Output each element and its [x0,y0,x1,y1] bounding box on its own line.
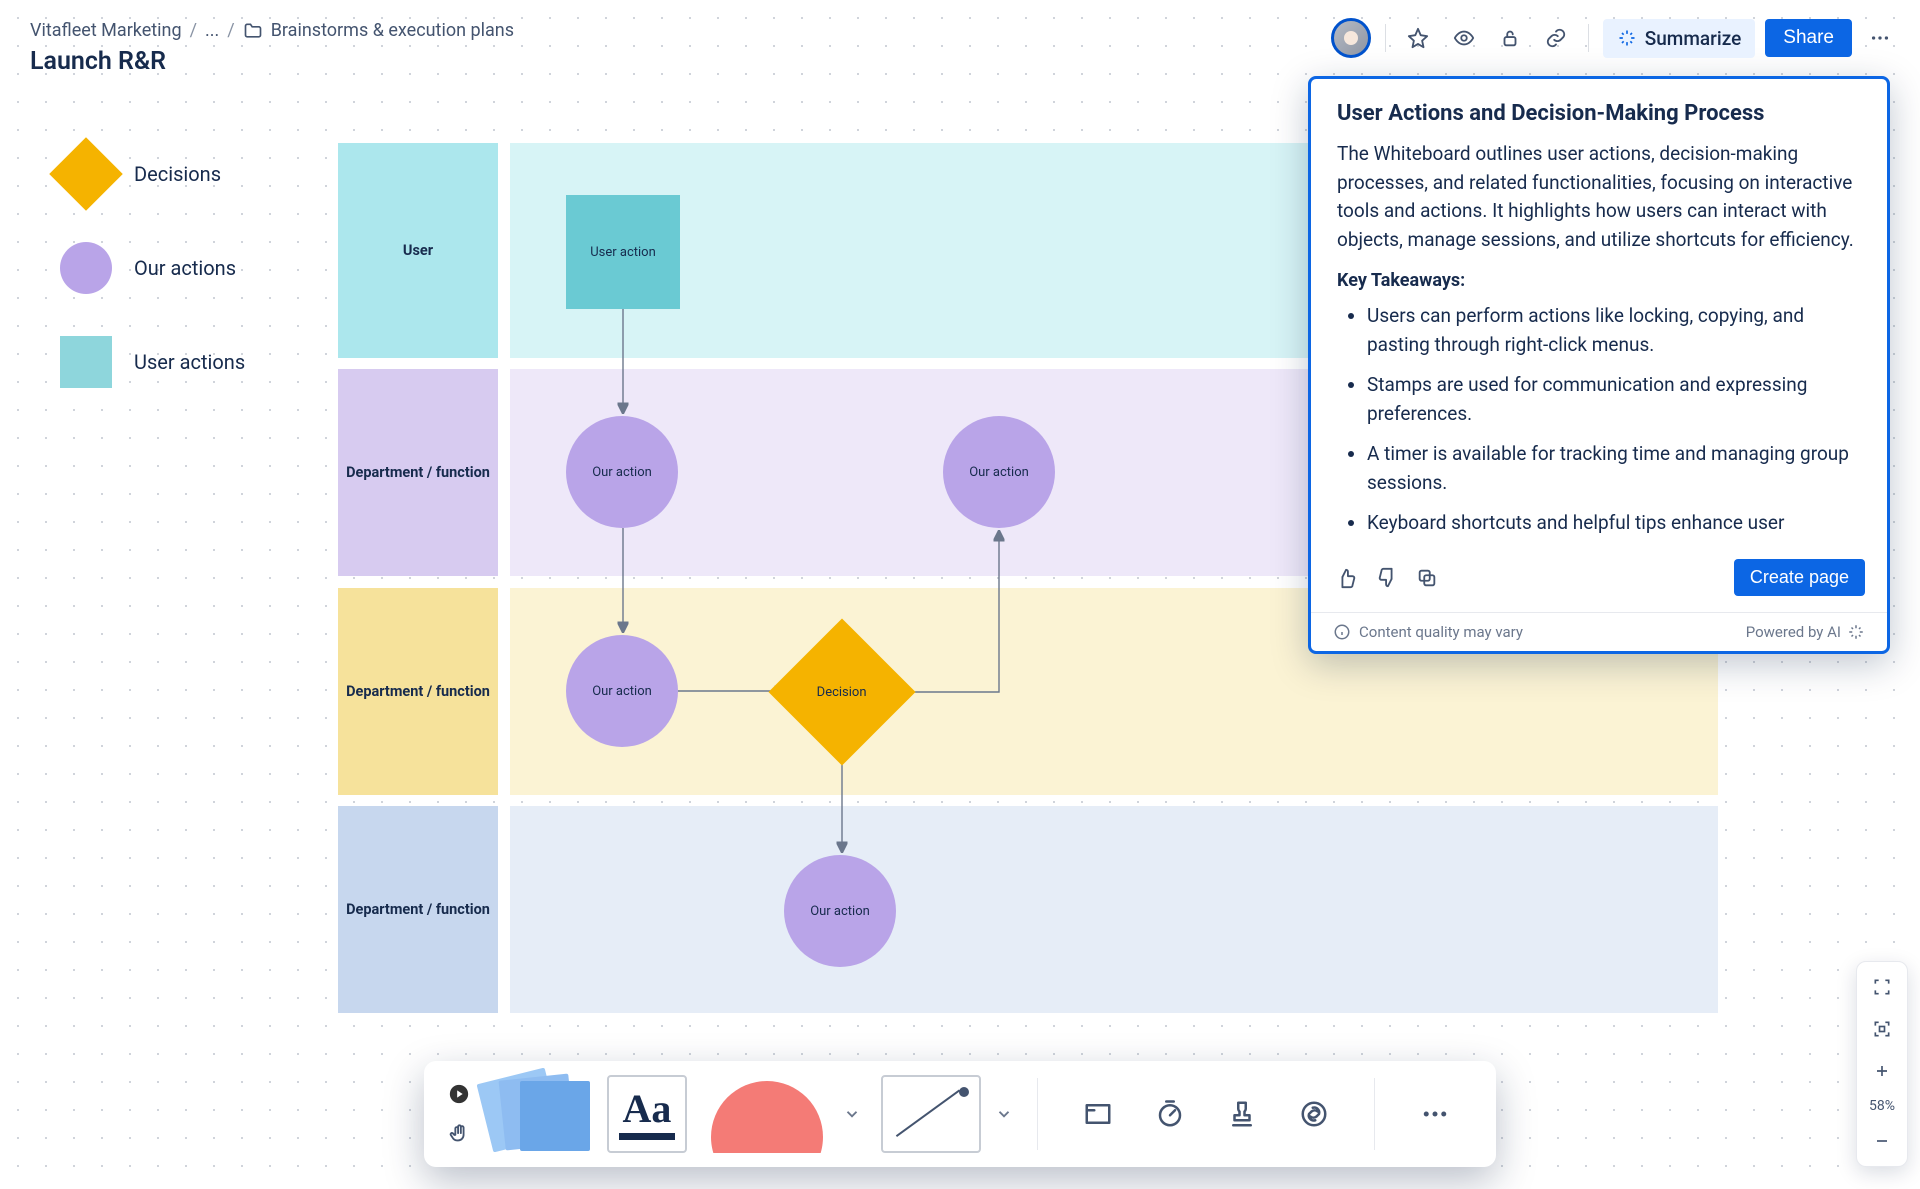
zoom-palette: 58% [1856,961,1908,1167]
square-icon [60,336,112,388]
center-view-icon[interactable] [1864,972,1900,1002]
legend-label: Decisions [134,162,221,186]
breadcrumb-mid[interactable]: ... [205,20,219,41]
legend-label: User actions [134,350,245,374]
thumbs-down-icon[interactable] [1373,564,1401,592]
sticky-note-tool[interactable] [484,1075,589,1153]
toolbar-divider [1374,1078,1375,1150]
avatar[interactable] [1331,18,1371,58]
folder-icon [243,21,263,41]
lock-icon[interactable] [1492,20,1528,56]
toolbar-more-icon[interactable] [1413,1092,1457,1136]
more-icon[interactable] [1862,20,1898,56]
node-our-action-3[interactable]: Our action [566,635,678,747]
stamp-tool-icon[interactable] [1220,1092,1264,1136]
node-user-action[interactable]: User action [566,195,680,309]
divider [1588,24,1589,52]
breadcrumb-sep2: / [227,20,234,41]
info-icon [1333,623,1351,641]
diamond-icon [49,137,123,211]
ai-bullet: Keyboard shortcuts and helpful tips enha… [1367,508,1861,537]
ai-powered-by: Powered by AI [1746,623,1841,641]
line-tool-chevron[interactable] [989,1075,1019,1153]
share-button[interactable]: Share [1765,19,1852,57]
circle-icon [60,242,112,294]
create-page-button[interactable]: Create page [1734,559,1865,596]
ai-bullet-list: Users can perform actions like locking, … [1337,301,1861,537]
hand-pan-icon[interactable] [442,1117,476,1151]
breadcrumb-folder[interactable]: Brainstorms & execution plans [271,20,514,41]
legend-user-actions: User actions [60,336,245,388]
ai-footer: Content quality may vary Powered by AI [1311,612,1887,651]
fit-to-screen-icon[interactable] [1864,1014,1900,1044]
ai-summary-panel: User Actions and Decision-Making Process… [1308,76,1890,654]
summarize-label: Summarize [1645,27,1742,50]
ai-summary-text: The Whiteboard outlines user actions, de… [1337,140,1861,254]
toolbar-divider [1037,1078,1038,1150]
timer-tool-icon[interactable] [1148,1092,1192,1136]
text-tool[interactable]: Aa [607,1075,687,1153]
lane-label-dept2: Department / function [338,588,498,795]
ai-quality-note: Content quality may vary [1359,623,1523,641]
link-icon[interactable] [1538,20,1574,56]
header-actions: Summarize Share [1331,18,1898,58]
text-tool-label: Aa [623,1089,672,1129]
breadcrumb-sep1: / [190,20,197,41]
node-our-action-2[interactable]: Our action [943,416,1055,528]
ai-key-takeaways-heading: Key Takeaways: [1337,270,1861,291]
line-tool[interactable] [881,1075,981,1153]
zoom-in-icon[interactable] [1864,1056,1900,1086]
copy-icon[interactable] [1413,564,1441,592]
ai-bullet: Users can perform actions like locking, … [1367,301,1861,360]
lane-label-dept3: Department / function [338,806,498,1013]
legend: Decisions Our actions User actions [60,148,245,430]
zoom-out-icon[interactable] [1864,1126,1900,1156]
lane-label-user: User [338,143,498,358]
ai-title: User Actions and Decision-Making Process [1337,101,1861,126]
link-embed-tool-icon[interactable] [1292,1092,1336,1136]
ai-actions: Create page [1311,559,1887,612]
ai-bullet: A timer is available for tracking time a… [1367,439,1861,498]
ai-bullet: Stamps are used for communication and ex… [1367,370,1861,429]
shape-tool-chevron[interactable] [837,1075,867,1153]
section-tool-icon[interactable] [1076,1092,1120,1136]
thumbs-up-icon[interactable] [1333,564,1361,592]
legend-label: Our actions [134,256,236,280]
sparkle-icon [1847,623,1865,641]
sparkle-icon [1617,28,1637,48]
star-icon[interactable] [1400,20,1436,56]
lane-dept3[interactable]: Department / function [338,806,1718,1013]
node-our-action-4[interactable]: Our action [784,855,896,967]
summarize-button[interactable]: Summarize [1603,19,1756,58]
zoom-percent: 58% [1869,1098,1895,1114]
legend-decisions: Decisions [60,148,245,200]
present-icon[interactable] [442,1077,476,1111]
watch-icon[interactable] [1446,20,1482,56]
legend-our-actions: Our actions [60,242,245,294]
lane-label-dept1: Department / function [338,369,498,576]
shape-tool[interactable] [701,1075,829,1153]
bottom-toolbar: Aa [424,1061,1496,1167]
node-our-action-1[interactable]: Our action [566,416,678,528]
breadcrumb-root[interactable]: Vitafleet Marketing [30,20,182,41]
divider [1385,24,1386,52]
